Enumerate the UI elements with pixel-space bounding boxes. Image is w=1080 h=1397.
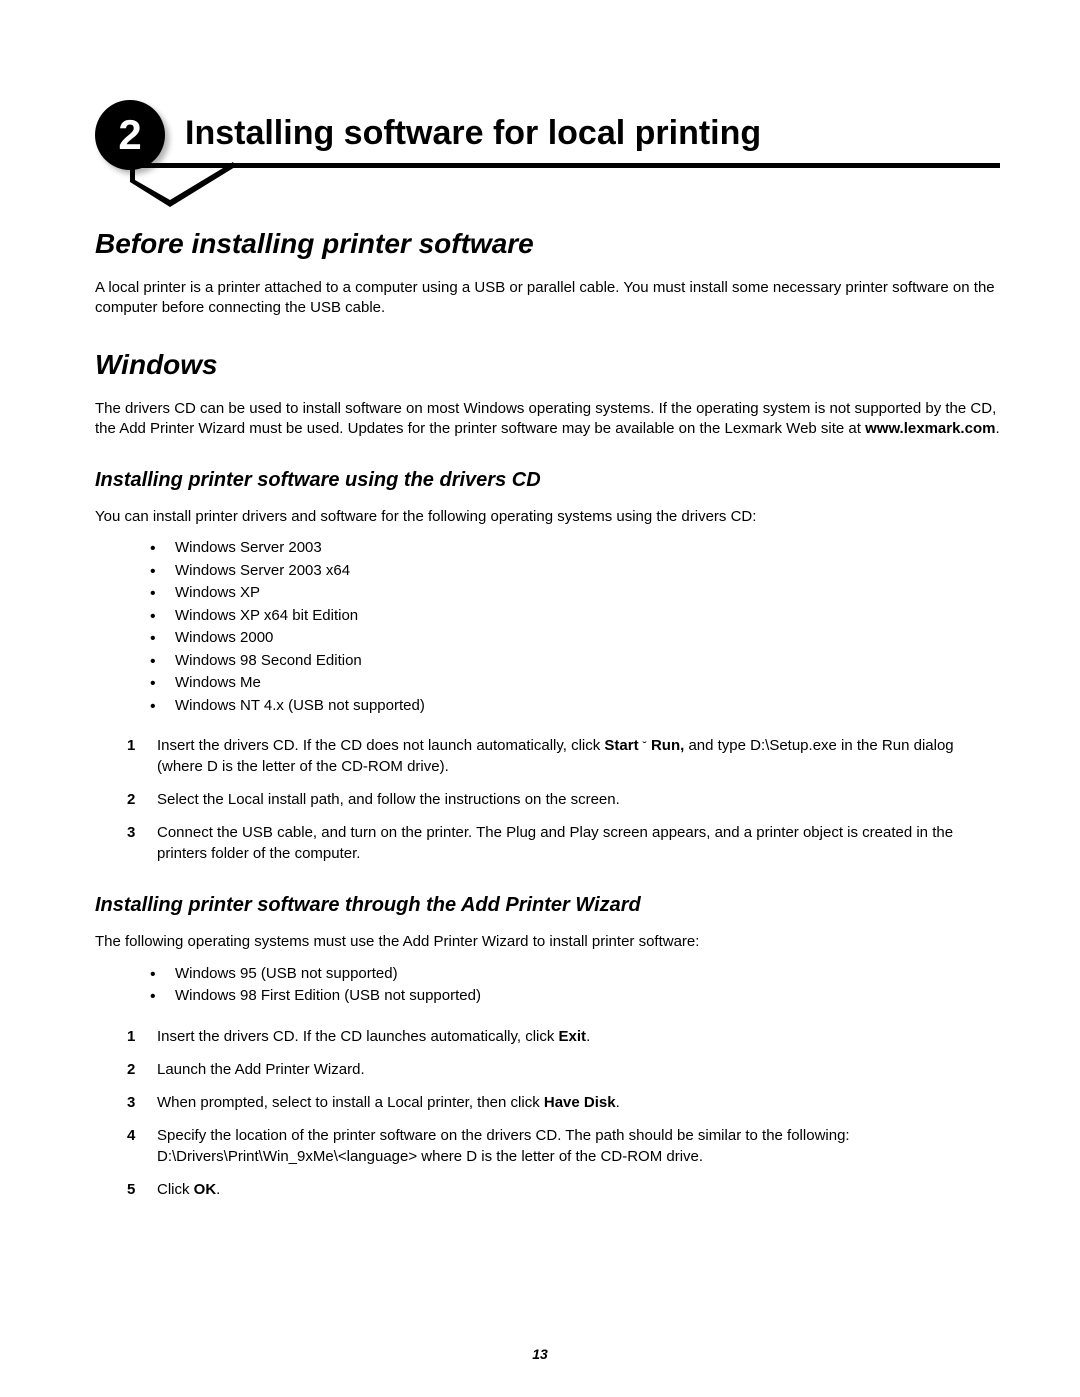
step-item: 4 Specify the location of the printer sof… [127,1125,1000,1167]
chapter-tail-icon [120,162,240,212]
step-text: Specify the location of the printer soft… [157,1127,850,1165]
list-item: Windows 95 (USB not supported) [150,963,1000,986]
step-item: 2 Select the Local install path, and foll… [127,789,1000,810]
step-number: 4 [127,1125,135,1146]
step-number: 5 [127,1179,135,1200]
bold-text: Exit [559,1028,587,1045]
bold-text: Run, [651,737,684,754]
step-text: When prompted, select to install a Local… [157,1094,544,1111]
chapter-header: 2 Installing software for local printing [95,100,1000,168]
step-item: 3 When prompted, select to install a Loca… [127,1092,1000,1113]
step-number: 2 [127,1059,135,1080]
section2-para: The drivers CD can be used to install so… [95,399,1000,440]
step-text: . [616,1094,620,1111]
chapter-title: Installing software for local printing [95,100,1000,163]
page-number: 13 [0,1346,1080,1362]
step-item: 2 Launch the Add Printer Wizard. [127,1059,1000,1080]
bold-text: OK [194,1181,217,1198]
step-item: 1 Insert the drivers CD. If the CD launch… [127,1026,1000,1047]
steps-list-wizard: 1 Insert the drivers CD. If the CD launch… [127,1026,1000,1200]
subsection-heading-drivers-cd: Installing printer software using the dr… [95,469,1000,492]
step-item: 3 Connect the USB cable, and turn on the … [127,822,1000,864]
chapter-underline [120,163,1000,168]
step-text: Insert the drivers CD. If the CD does no… [157,737,604,754]
list-item: Windows XP [150,582,1000,605]
list-item: Windows 98 Second Edition [150,650,1000,673]
step-number: 3 [127,1092,135,1113]
list-item: Windows 2000 [150,627,1000,650]
section2-text: The drivers CD can be used to install so… [95,400,996,437]
step-number: 1 [127,1026,135,1047]
list-item: Windows Server 2003 x64 [150,560,1000,583]
list-item: Windows NT 4.x (USB not supported) [150,695,1000,718]
step-text: Launch the Add Printer Wizard. [157,1061,365,1078]
step-text: Connect the USB cable, and turn on the p… [157,824,953,862]
section-heading-windows: Windows [95,349,1000,381]
sub2-intro: The following operating systems must use… [95,932,1000,952]
step-text: Select the Local install path, and follo… [157,791,620,808]
sub1-intro: You can install printer drivers and soft… [95,507,1000,527]
list-item: Windows Me [150,672,1000,695]
step-text: . [586,1028,590,1045]
step-text: Click [157,1181,194,1198]
bold-text: Have Disk [544,1094,616,1111]
section-heading-before-install: Before installing printer software [95,228,1000,260]
lexmark-url: www.lexmark.com [865,420,995,437]
chapter-number: 2 [118,111,141,159]
step-item: 1 Insert the drivers CD. If the CD does n… [127,735,1000,777]
list-item: Windows Server 2003 [150,537,1000,560]
bold-text: Start [604,737,638,754]
step-number: 2 [127,789,135,810]
step-item: 5 Click OK. [127,1179,1000,1200]
step-number: 3 [127,822,135,843]
os-list-wizard: Windows 95 (USB not supported)Windows 98… [150,963,1000,1008]
step-text: . [216,1181,220,1198]
list-item: Windows XP x64 bit Edition [150,605,1000,628]
step-text: Insert the drivers CD. If the CD launche… [157,1028,559,1045]
section1-para: A local printer is a printer attached to… [95,278,1000,319]
step-number: 1 [127,735,135,756]
list-item: Windows 98 First Edition (USB not suppor… [150,985,1000,1008]
chapter-number-badge: 2 [95,100,165,170]
subsection-heading-add-printer-wizard: Installing printer software through the … [95,894,1000,917]
section2-text-end: . [995,420,999,437]
steps-list-cd: 1 Insert the drivers CD. If the CD does n… [127,735,1000,864]
os-list-cd: Windows Server 2003Windows Server 2003 x… [150,537,1000,717]
